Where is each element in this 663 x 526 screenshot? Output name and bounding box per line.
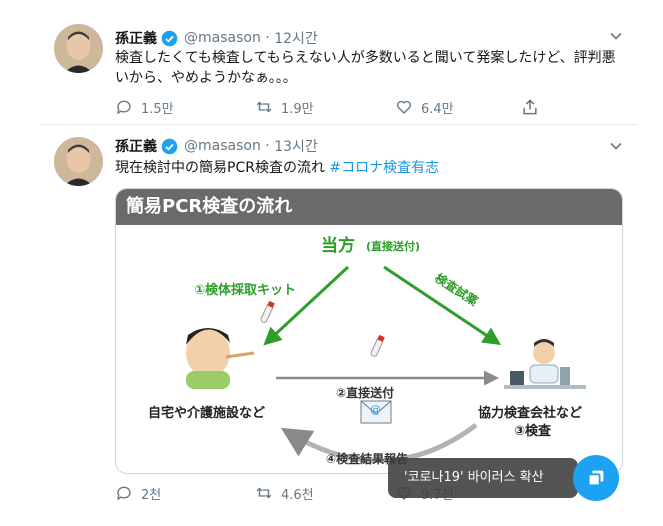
- retweet-icon: [256, 101, 272, 113]
- retweet-count: 1.9만: [281, 101, 314, 117]
- retweet-button[interactable]: 1.9만: [255, 97, 395, 117]
- like-count: 6.4만: [421, 101, 454, 117]
- test-tube-icon: [370, 334, 385, 357]
- share-icon[interactable]: [520, 97, 540, 117]
- chevron-down-icon[interactable]: [609, 138, 623, 152]
- reply-icon: [116, 486, 131, 501]
- tweet-timestamp[interactable]: 13시간: [274, 136, 318, 156]
- tweet-header: 孫正義 @masason · 13시간: [115, 136, 318, 156]
- retweet-count: 4.6천: [281, 487, 314, 503]
- tweet-timestamp[interactable]: 12시간: [274, 28, 318, 48]
- tweet-text-plain: 現在検討中の簡易PCR検査の流れ: [115, 160, 330, 176]
- lab-label: 協力検査会社など: [478, 405, 582, 421]
- arrow-to-home: [263, 265, 350, 346]
- like-button[interactable]: 6.4만: [395, 97, 535, 117]
- chevron-down-icon[interactable]: [609, 28, 623, 42]
- author-handle[interactable]: @masason: [184, 138, 261, 154]
- separator-dot: ·: [260, 138, 275, 154]
- person-swab-illustration: [186, 328, 255, 389]
- email-at-symbol: @: [370, 403, 381, 416]
- toast-text: '코로나19' 바이러스 확산: [404, 470, 544, 485]
- author-handle[interactable]: @masason: [184, 30, 261, 46]
- hashtag-link[interactable]: #コロナ検査有志: [329, 160, 439, 176]
- news-toast[interactable]: '코로나19' 바이러스 확산: [388, 458, 578, 498]
- heart-icon: [396, 100, 412, 114]
- retweet-icon: [256, 487, 272, 499]
- copy-icon: [587, 470, 604, 487]
- reply-button[interactable]: 1.5만: [115, 97, 255, 117]
- party-note: (直接送付): [366, 239, 420, 253]
- tweet-actions: 1.5만 1.9만 6.4만: [115, 97, 535, 117]
- lab-worker-illustration: [504, 339, 586, 389]
- home-label: 自宅や介護施設など: [148, 405, 265, 421]
- test-tube-icon: [260, 300, 275, 323]
- step1-label: ①検体採取キット: [194, 282, 296, 298]
- tweet-text: 検査したくても検査してもらえない人が多数いると聞いて発案したけど、評判悪いから、…: [115, 50, 616, 86]
- author-name[interactable]: 孫正義: [115, 28, 157, 48]
- reply-count: 1.5만: [141, 101, 174, 117]
- avatar[interactable]: [54, 24, 103, 73]
- step2-label: ②直接送付: [336, 385, 394, 400]
- author-name[interactable]: 孫正義: [115, 136, 157, 156]
- party-label: 当方: [321, 235, 355, 256]
- separator-dot: ·: [260, 30, 275, 46]
- tweet-text: 現在検討中の簡易PCR検査の流れ #コロナ検査有志: [115, 158, 625, 178]
- retweet-button[interactable]: 4.6천: [255, 483, 395, 503]
- reply-button[interactable]: 2천: [115, 483, 255, 503]
- envelope-icon: @: [360, 400, 392, 424]
- verified-badge-icon: [161, 30, 178, 47]
- reply-icon: [116, 100, 131, 115]
- tweet-1[interactable]: 孫正義 @masason · 12시간 検査したくても検査してもらえない人が多数…: [40, 0, 637, 125]
- verified-badge-icon: [161, 138, 178, 155]
- pcr-flow-diagram: 当方 (直接送付) ①検体採取キット 検査試薬 ②直接送付 自宅や介護施設など …: [148, 235, 586, 466]
- avatar[interactable]: [54, 137, 103, 186]
- reply-count: 2천: [141, 487, 162, 503]
- tweet-image[interactable]: 簡易PCR検査の流れ 当方 (直接送付) ①検体採取キット 検査試薬 ②直接送付…: [115, 188, 623, 474]
- step3-label: ③検査: [514, 423, 552, 439]
- tweet-header: 孫正義 @masason · 12시간: [115, 28, 318, 48]
- image-title: 簡易PCR検査の流れ: [116, 189, 622, 225]
- open-in-new-button[interactable]: [573, 455, 619, 501]
